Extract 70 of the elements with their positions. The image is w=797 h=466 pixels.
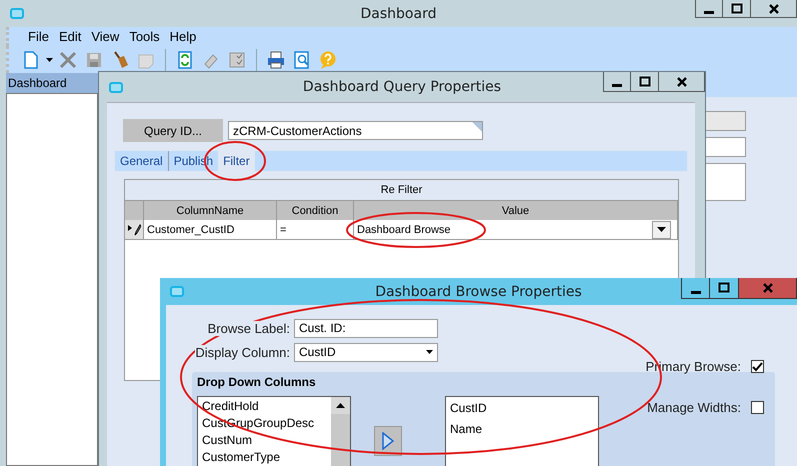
maximize-button[interactable] — [710, 278, 739, 299]
menu-item[interactable]: Edit — [54, 29, 86, 44]
minimize-icon — [612, 84, 622, 87]
minimize-button[interactable] — [603, 72, 631, 92]
text-field[interactable] — [704, 111, 746, 131]
list-item[interactable]: CreditHold — [202, 397, 331, 414]
column-header[interactable]: ColumnName — [144, 201, 277, 220]
browse-label-field[interactable]: Cust. ID: — [294, 318, 438, 338]
column-header[interactable]: Value — [354, 201, 678, 220]
table-cell[interactable]: = — [277, 220, 354, 240]
scrollbar[interactable] — [331, 397, 350, 466]
field-label: Browse Label: — [208, 320, 290, 336]
preview-icon[interactable] — [292, 50, 312, 70]
panel-title: Dashboard — [8, 76, 67, 90]
tab[interactable]: General — [115, 151, 168, 171]
close-icon — [676, 76, 688, 88]
window-icon — [109, 82, 123, 92]
maximize-button[interactable] — [631, 72, 659, 92]
close-icon — [762, 282, 774, 294]
window-icon — [170, 286, 184, 297]
checkbox[interactable] — [751, 401, 764, 414]
column-header[interactable]: Condition — [277, 201, 354, 220]
window-title: Dashboard Query Properties — [302, 79, 502, 95]
close-button[interactable] — [659, 72, 705, 92]
row-edit-icon — [128, 224, 140, 236]
menu-item[interactable]: Tools — [124, 29, 165, 44]
window-icon — [10, 8, 24, 19]
checkbox-label: Manage Widths: — [647, 400, 741, 415]
menu-item[interactable]: Help — [164, 29, 202, 44]
query-id-field[interactable]: zCRM-CustomerActions — [228, 121, 483, 140]
list-item[interactable]: CustNum — [202, 431, 331, 448]
caret-icon — [657, 227, 666, 232]
menu-item[interactable]: File — [23, 29, 54, 44]
selected-columns-list[interactable]: CustID Name — [445, 396, 599, 466]
text-area[interactable] — [704, 163, 746, 201]
maximize-icon — [718, 282, 730, 294]
close-button[interactable] — [751, 0, 797, 18]
table-caption: Re Filter — [380, 184, 422, 196]
field-label: Display Column: — [195, 344, 290, 360]
window-title: Dashboard Browse Properties — [375, 284, 582, 300]
checkbox[interactable] — [751, 360, 764, 373]
checklist-icon[interactable] — [227, 50, 247, 70]
triangle-icon — [382, 432, 394, 450]
minimize-icon — [704, 11, 714, 14]
caret-icon — [426, 350, 433, 354]
list-item[interactable]: Name — [450, 420, 598, 437]
list-item[interactable]: CustomerType — [202, 448, 331, 465]
menu-item[interactable]: View — [86, 29, 124, 44]
display-column-dropdown[interactable]: CustID — [294, 342, 438, 362]
close-icon — [768, 2, 780, 14]
window-title: Dashboard — [360, 6, 436, 22]
query-id-button[interactable]: Query ID... — [123, 119, 223, 142]
tab[interactable]: Filter — [218, 151, 255, 171]
dropdown-button[interactable] — [652, 220, 671, 238]
table-cell[interactable]: Dashboard Browse — [357, 224, 451, 236]
maximize-button[interactable] — [723, 0, 751, 18]
check-icon — [752, 362, 763, 372]
caret-icon[interactable] — [46, 58, 53, 62]
minimize-button[interactable] — [681, 278, 710, 299]
table-cell[interactable]: Customer_CustID — [144, 220, 277, 240]
maximize-icon — [730, 2, 742, 14]
printer-icon[interactable] — [266, 50, 286, 70]
list-item[interactable]: CustID — [450, 399, 598, 416]
text-field[interactable] — [704, 137, 746, 157]
move-right-button[interactable] — [374, 426, 402, 456]
minimize-icon — [690, 290, 700, 294]
scroll-up-icon[interactable] — [336, 403, 345, 408]
maximize-icon — [638, 76, 650, 88]
minimize-button[interactable] — [695, 0, 723, 18]
section-title: Drop Down Columns — [197, 375, 316, 389]
